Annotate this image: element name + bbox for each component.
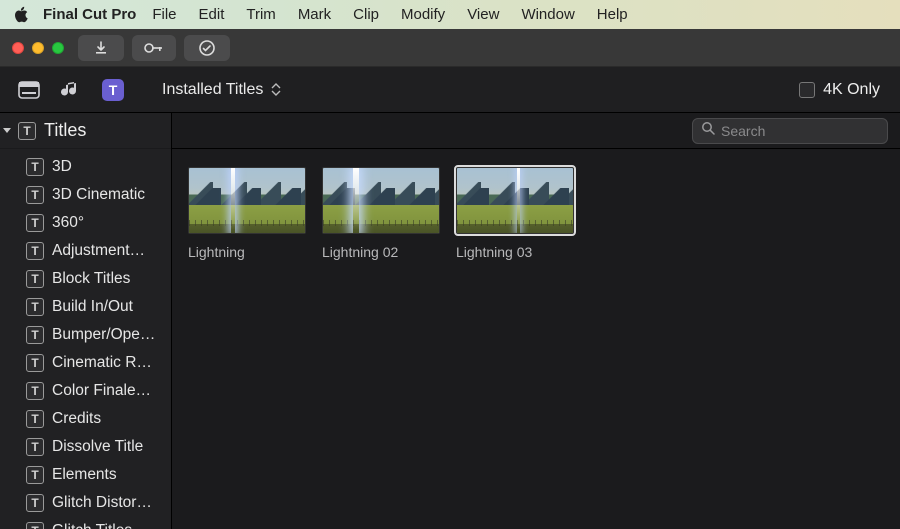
window-toolbar bbox=[0, 29, 900, 67]
app-name[interactable]: Final Cut Pro bbox=[43, 6, 136, 23]
keyword-button[interactable] bbox=[132, 35, 176, 61]
sidebar-item[interactable]: TGlitch Titles… bbox=[0, 517, 171, 529]
titles-badge-icon: T bbox=[26, 354, 44, 372]
4k-only-toggle[interactable]: 4K Only bbox=[799, 81, 880, 99]
sidebar-item[interactable]: TBlock Titles bbox=[0, 265, 171, 293]
title-caption: Lightning 02 bbox=[322, 244, 440, 260]
sidebar-item[interactable]: T3D Cinematic bbox=[0, 181, 171, 209]
search-input[interactable] bbox=[721, 123, 900, 139]
title-thumbnail bbox=[322, 167, 440, 234]
sidebar-item[interactable]: T3D bbox=[0, 153, 171, 181]
macos-menubar: Final Cut Pro File Edit Trim Mark Clip M… bbox=[0, 0, 900, 29]
titles-badge-icon: T bbox=[26, 522, 44, 529]
libraries-sidebar-button[interactable] bbox=[8, 70, 50, 110]
4k-only-label: 4K Only bbox=[823, 81, 880, 99]
menu-mark[interactable]: Mark bbox=[298, 6, 331, 23]
disclosure-triangle-icon[interactable] bbox=[2, 120, 14, 141]
titles-t-icon: T bbox=[109, 82, 118, 98]
4k-only-checkbox[interactable] bbox=[799, 82, 815, 98]
sidebar-item[interactable]: TAdjustment… bbox=[0, 237, 171, 265]
titles-badge-icon: T bbox=[26, 186, 44, 204]
titles-badge-icon: T bbox=[26, 242, 44, 260]
sidebar-item[interactable]: TGlitch Distor… bbox=[0, 489, 171, 517]
title-card[interactable]: Lightning 03 bbox=[456, 167, 574, 260]
titles-badge-icon: T bbox=[26, 326, 44, 344]
titles-badge-icon: T bbox=[26, 158, 44, 176]
sidebar-item[interactable]: TCinematic R… bbox=[0, 349, 171, 377]
menu-trim[interactable]: Trim bbox=[246, 6, 275, 23]
window-minimize-button[interactable] bbox=[32, 42, 44, 54]
menu-edit[interactable]: Edit bbox=[199, 6, 225, 23]
titles-badge-icon: T bbox=[26, 494, 44, 512]
window-zoom-button[interactable] bbox=[52, 42, 64, 54]
title-card[interactable]: Lightning 02 bbox=[322, 167, 440, 260]
title-thumbnail bbox=[188, 167, 306, 234]
menu-help[interactable]: Help bbox=[597, 6, 628, 23]
titles-sidebar: T Titles T3D T3D Cinematic T360° TAdjust… bbox=[0, 113, 172, 529]
photos-audio-sidebar-button[interactable] bbox=[50, 70, 92, 110]
title-caption: Lightning bbox=[188, 244, 306, 260]
sidebar-item[interactable]: TColor Finale… bbox=[0, 377, 171, 405]
sidebar-category-titles[interactable]: T Titles bbox=[0, 113, 171, 149]
chevron-updown-icon bbox=[271, 83, 281, 96]
sidebar-item[interactable]: TCredits bbox=[0, 405, 171, 433]
sidebar-items: T3D T3D Cinematic T360° TAdjustment… TBl… bbox=[0, 149, 171, 529]
title-caption: Lightning 03 bbox=[456, 244, 574, 260]
titles-badge-icon: T bbox=[26, 214, 44, 232]
menu-window[interactable]: Window bbox=[521, 6, 574, 23]
menu-view[interactable]: View bbox=[467, 6, 499, 23]
titles-grid: Lightning Lightning 02 Lightning 03 bbox=[172, 149, 900, 278]
browser-header: T Installed Titles 4K Only bbox=[0, 67, 900, 113]
window-controls bbox=[12, 42, 64, 54]
titles-badge-icon: T bbox=[26, 466, 44, 484]
titles-badge-icon: T bbox=[26, 438, 44, 456]
title-card[interactable]: Lightning bbox=[188, 167, 306, 260]
search-icon bbox=[701, 121, 715, 140]
titles-badge-icon: T bbox=[26, 410, 44, 428]
sidebar-item[interactable]: T360° bbox=[0, 209, 171, 237]
browser-category-dropdown[interactable]: Installed Titles bbox=[162, 81, 281, 99]
window-close-button[interactable] bbox=[12, 42, 24, 54]
titles-badge-icon: T bbox=[26, 382, 44, 400]
apple-menu-icon[interactable] bbox=[14, 6, 29, 23]
background-tasks-button[interactable] bbox=[184, 35, 230, 61]
sidebar-item[interactable]: TDissolve Title bbox=[0, 433, 171, 461]
browser-body: T Titles T3D T3D Cinematic T360° TAdjust… bbox=[0, 113, 900, 529]
menu-clip[interactable]: Clip bbox=[353, 6, 379, 23]
titles-badge-icon: T bbox=[26, 270, 44, 288]
titles-generators-sidebar-button[interactable]: T bbox=[92, 70, 134, 110]
menu-modify[interactable]: Modify bbox=[401, 6, 445, 23]
browser-content: Lightning Lightning 02 Lightning 03 bbox=[172, 113, 900, 529]
titles-badge-icon: T bbox=[18, 122, 36, 140]
sidebar-item[interactable]: TBuild In/Out bbox=[0, 293, 171, 321]
titles-badge-icon: T bbox=[26, 298, 44, 316]
menu-file[interactable]: File bbox=[152, 6, 176, 23]
sidebar-item[interactable]: TElements bbox=[0, 461, 171, 489]
content-toolbar bbox=[172, 113, 900, 149]
import-button[interactable] bbox=[78, 35, 124, 61]
sidebar-category-label: Titles bbox=[44, 120, 86, 141]
sidebar-item[interactable]: TBumper/Ope… bbox=[0, 321, 171, 349]
search-field[interactable] bbox=[692, 118, 888, 144]
title-thumbnail bbox=[456, 167, 574, 234]
browser-category-label: Installed Titles bbox=[162, 81, 263, 99]
